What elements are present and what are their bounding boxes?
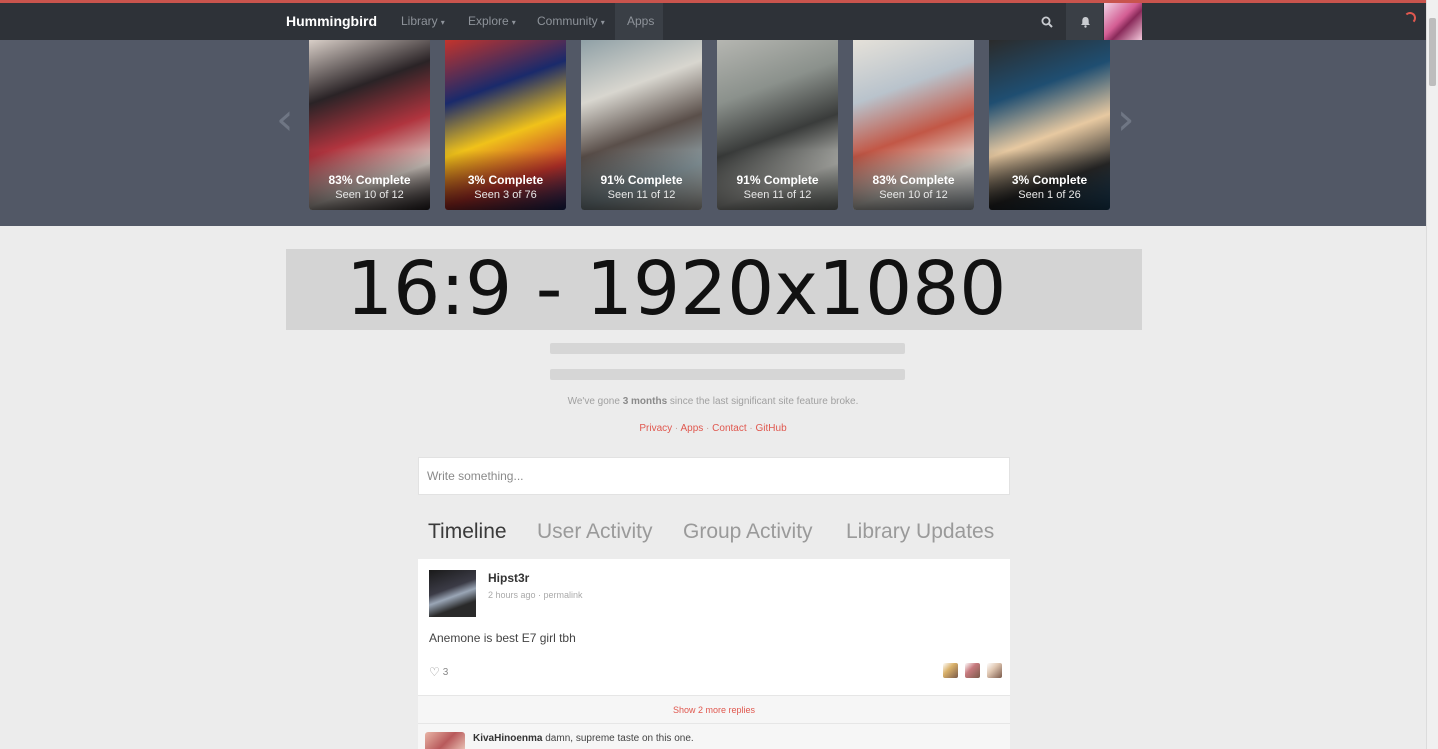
site-status-text: We've gone 3 months since the last signi… xyxy=(567,396,859,407)
post-timestamp: 2 hours ago xyxy=(488,590,536,600)
nav-community[interactable]: Community ▾ xyxy=(537,14,605,28)
caret-down-icon: ▾ xyxy=(440,18,445,27)
timeline-post: Hipst3r 2 hours ago · permalink Anemone … xyxy=(418,559,1010,695)
brand-logo[interactable]: Hummingbird xyxy=(286,13,377,29)
card-episodes-seen: Seen 11 of 12 xyxy=(607,189,676,201)
scrollbar-thumb[interactable] xyxy=(1429,18,1436,86)
privacy-link[interactable]: Privacy xyxy=(639,423,672,434)
nav-apps[interactable]: Apps xyxy=(627,14,654,28)
caret-down-icon: ▾ xyxy=(600,18,605,27)
card-progress: 3% Complete xyxy=(467,173,544,187)
top-navbar: Hummingbird Library ▾ Explore ▾ Community ▾… xyxy=(0,3,1426,40)
search-button[interactable] xyxy=(1029,3,1065,40)
liker-avatar[interactable] xyxy=(965,663,980,678)
page-scrollbar[interactable] xyxy=(1426,0,1438,749)
carousel-next-icon[interactable]: › xyxy=(1117,98,1135,142)
card-progress: 3% Complete xyxy=(1011,173,1088,187)
liker-avatar[interactable] xyxy=(943,663,958,678)
search-icon xyxy=(1041,16,1053,28)
loading-spinner-icon xyxy=(1404,12,1416,24)
tab-user-activity[interactable]: User Activity xyxy=(537,520,653,544)
tab-timeline[interactable]: Timeline xyxy=(428,520,507,544)
notifications-icon-wrap[interactable] xyxy=(1067,3,1103,40)
apps-link[interactable]: Apps xyxy=(680,423,703,434)
permalink-link[interactable]: permalink xyxy=(544,590,583,600)
post-author-name[interactable]: Hipst3r xyxy=(488,571,529,585)
post-meta: 2 hours ago · permalink xyxy=(488,590,583,600)
banner-text: 16:9 - 1920x1080 xyxy=(346,246,1007,332)
likers-list xyxy=(943,663,1002,678)
post-body: Anemone is best E7 girl tbh xyxy=(429,631,576,645)
like-button[interactable]: ♡ 3 xyxy=(429,665,448,679)
nav-library[interactable]: Library ▾ xyxy=(401,14,445,28)
user-avatar[interactable] xyxy=(1104,3,1142,40)
card-progress: 83% Complete xyxy=(872,173,955,187)
tab-group-activity[interactable]: Group Activity xyxy=(683,520,813,544)
card-progress: 91% Complete xyxy=(736,173,819,187)
card-progress: 91% Complete xyxy=(600,173,683,187)
like-count: 3 xyxy=(442,666,449,678)
heart-icon: ♡ xyxy=(429,665,440,679)
reply-item: KivaHinoenma damn, supreme taste on this… xyxy=(418,723,1010,749)
resolution-banner: 16:9 - 1920x1080 xyxy=(286,249,1142,330)
carousel-prev-icon[interactable]: ‹ xyxy=(276,98,294,142)
library-carousel: ‹ 83% Complete Seen 10 of 12 3% Complete Se… xyxy=(0,40,1426,226)
placeholder-bar xyxy=(550,343,905,354)
bell-icon xyxy=(1080,16,1090,28)
reply-author-name[interactable]: KivaHinoenma xyxy=(473,733,542,744)
liker-avatar[interactable] xyxy=(987,663,1002,678)
card-episodes-seen: Seen 11 of 12 xyxy=(743,189,812,201)
card-episodes-seen: Seen 10 of 12 xyxy=(335,189,404,201)
footer-links: Privacy · Apps · Contact · GitHub xyxy=(639,423,787,434)
carousel-anime-card[interactable]: 3% Complete Seen 3 of 76 xyxy=(445,40,566,210)
contact-link[interactable]: Contact xyxy=(712,423,746,434)
carousel-anime-card[interactable]: 91% Complete Seen 11 of 12 xyxy=(717,40,838,210)
carousel-anime-card[interactable]: 91% Complete Seen 11 of 12 xyxy=(581,40,702,210)
card-episodes-seen: Seen 3 of 76 xyxy=(474,189,537,201)
placeholder-bar xyxy=(550,369,905,380)
reply-author-avatar[interactable] xyxy=(425,732,465,749)
carousel-anime-card[interactable]: 83% Complete Seen 10 of 12 xyxy=(309,40,430,210)
caret-down-icon: ▾ xyxy=(511,18,516,27)
card-episodes-seen: Seen 1 of 26 xyxy=(1018,189,1081,201)
carousel-anime-card[interactable]: 3% Complete Seen 1 of 26 xyxy=(989,40,1110,210)
github-link[interactable]: GitHub xyxy=(756,423,787,434)
show-more-replies-link[interactable]: Show 2 more replies xyxy=(418,695,1010,723)
nav-explore[interactable]: Explore ▾ xyxy=(468,14,516,28)
card-progress: 83% Complete xyxy=(328,173,411,187)
tab-library-updates[interactable]: Library Updates xyxy=(846,520,994,544)
carousel-anime-card[interactable]: 83% Complete Seen 10 of 12 xyxy=(853,40,974,210)
reply-text: KivaHinoenma damn, supreme taste on this… xyxy=(473,733,694,744)
post-composer-input[interactable] xyxy=(418,457,1010,495)
post-author-avatar[interactable] xyxy=(429,570,476,617)
card-episodes-seen: Seen 10 of 12 xyxy=(879,189,948,201)
